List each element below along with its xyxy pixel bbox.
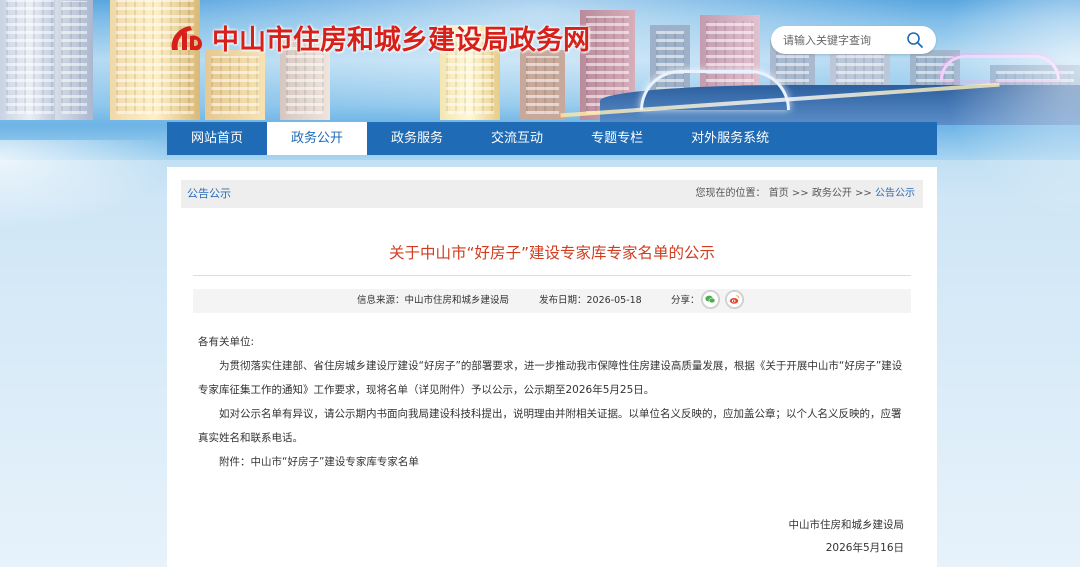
breadcrumb-current[interactable]: 公告公示 [875,188,915,199]
breadcrumb-home[interactable]: 首页 [769,188,789,199]
breadcrumb-bar: 公告公示 您现在的位置： 首页 >> 政务公开 >> 公告公示 [181,180,923,208]
search-box [771,26,936,54]
banner-building [55,0,93,120]
article-title: 关于中山市“好房子”建设专家库专家名单的公示 [388,244,716,262]
content-panel: 公告公示 您现在的位置： 首页 >> 政务公开 >> 公告公示 关于中山市“好房… [167,167,937,567]
banner-building [520,50,565,120]
site-logo[interactable]: 中山市住房和城乡建设局政务网 [168,20,590,56]
nav-item-gov-affairs-open[interactable]: 政务公开 [267,122,368,155]
banner-bridge [640,70,790,110]
nav-item-home[interactable]: 网站首页 [167,122,267,155]
article-body: 各有关单位: 为贯彻落实住建部、省住房城乡建设厅建设“好房子”的部署要求，进一步… [198,330,910,474]
breadcrumb-label: 您现在的位置： [695,188,766,199]
banner-building [0,0,60,120]
weibo-icon[interactable] [725,290,744,309]
breadcrumb: 您现在的位置： 首页 >> 政务公开 >> 公告公示 [696,180,915,208]
wechat-icon[interactable] [701,290,720,309]
breadcrumb-separator: >> [855,188,872,199]
share-label: 分享： [671,295,700,306]
zhongshan-logo-icon [171,26,202,51]
attachment-link[interactable]: 附件：中山市“好房子”建设专家库专家名单 [198,450,910,474]
article-meta: 信息来源：中山市住房和城乡建设局 发布日期：2026-05-18 分享： [193,289,911,313]
search-input[interactable] [783,33,903,47]
signature-date: 2026年5月16日 [825,542,904,554]
banner-building [110,0,200,120]
source-label: 信息来源： [357,295,405,306]
corner-decoration [0,140,170,230]
search-icon[interactable] [906,31,924,49]
article-paragraph: 如对公示名单有异议，请公示期内书面向我局建设科技科提出，说明理由并附相关证据。以… [198,408,902,444]
article-source: 信息来源：中山市住房和城乡建设局 [357,289,509,313]
title-divider [193,275,911,276]
nav-item-interaction[interactable]: 交流互动 [467,122,567,155]
main-nav: 网站首页 政务公开 政务服务 交流互动 专题专栏 对外服务系统 [167,122,937,155]
breadcrumb-separator: >> [791,188,809,199]
banner-building [205,50,265,120]
date-label: 发布日期： [539,295,587,306]
nav-item-special-topics[interactable]: 专题专栏 [567,122,667,155]
article-date: 发布日期：2026-05-18 [539,289,642,313]
article-greeting: 各有关单位: [198,336,255,348]
section-title[interactable]: 公告公示 [187,180,231,208]
nav-item-external-services[interactable]: 对外服务系统 [667,122,793,155]
site-title: 中山市住房和城乡建设局政务网 [212,24,590,56]
article-paragraph: 为贯彻落实住建部、省住房城乡建设厅建设“好房子”的部署要求，进一步推动我市保障性… [198,360,903,396]
corner-decoration [940,0,1080,220]
date-value: 2026-05-18 [586,295,642,306]
signature-org: 中山市住房和城乡建设局 [788,519,905,531]
nav-item-gov-services[interactable]: 政务服务 [367,122,467,155]
breadcrumb-gov-affairs[interactable]: 政务公开 [812,188,852,199]
source-value: 中山市住房和城乡建设局 [404,295,510,306]
